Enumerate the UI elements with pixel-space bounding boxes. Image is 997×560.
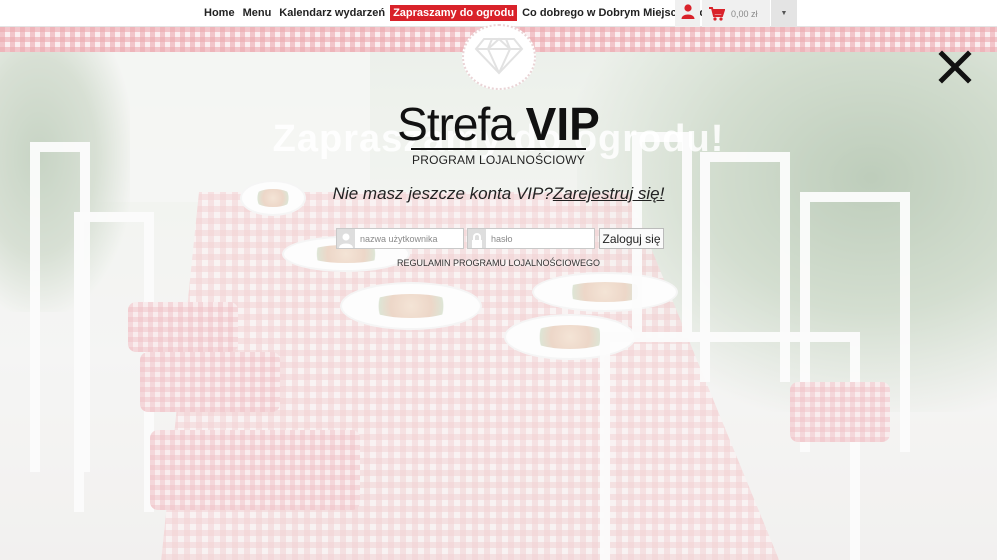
title-underline — [411, 148, 586, 150]
cart-icon — [709, 6, 725, 21]
top-navigation: Home Menu Kalendarz wydarzeń Zapraszamy do … — [0, 0, 997, 27]
nav-item-5[interactable]: Co dobrego w Dobrym Miejscu — [519, 5, 686, 21]
vip-title: Strefa VIP — [0, 96, 997, 152]
vip-subtitle: PROGRAM LOJALNOŚCIOWY — [412, 153, 585, 167]
password-input[interactable] — [486, 229, 594, 248]
no-account-prompt: Nie masz jeszcze konta VIP?Zarejestruj s… — [0, 184, 997, 204]
user-icon — [681, 3, 695, 24]
login-button[interactable]: Zaloguj się — [599, 228, 664, 249]
main-menu: Home Menu Kalendarz wydarzeń Zapraszamy do … — [201, 5, 737, 21]
login-form: Zaloguj się — [336, 228, 664, 249]
vip-title-bold: VIP — [525, 98, 600, 150]
logo[interactable] — [462, 24, 536, 90]
no-account-text: Nie masz jeszcze konta VIP? — [332, 184, 553, 203]
nav-item-2[interactable]: Menu — [240, 5, 275, 21]
cart-total: 0,00 zł — [731, 8, 758, 19]
cart-dropdown-toggle[interactable]: ▼ — [771, 0, 797, 27]
diamond-icon — [474, 35, 524, 80]
terms-row: REGULAMIN PROGRAMU LOJALNOŚCIOWEGO — [0, 258, 997, 268]
username-input[interactable] — [355, 229, 463, 248]
password-field-wrapper — [467, 228, 595, 249]
nav-item-4[interactable]: Zapraszamy do ogrodu — [390, 5, 518, 21]
user-icon — [337, 229, 355, 248]
cart-button[interactable]: 0,00 zł — [702, 0, 770, 27]
loyalty-terms-link[interactable]: REGULAMIN PROGRAMU LOJALNOŚCIOWEGO — [397, 258, 600, 268]
lock-icon — [468, 229, 486, 248]
account-button[interactable] — [675, 0, 700, 27]
close-button[interactable] — [936, 49, 974, 89]
register-link[interactable]: Zarejestruj się! — [553, 184, 664, 203]
vip-title-light: Strefa — [397, 98, 526, 150]
caret-down-icon: ▼ — [780, 10, 788, 17]
nav-item-3[interactable]: Kalendarz wydarzeń — [276, 5, 388, 21]
close-icon — [938, 49, 972, 89]
nav-item-1[interactable]: Home — [201, 5, 238, 21]
username-field-wrapper — [336, 228, 464, 249]
